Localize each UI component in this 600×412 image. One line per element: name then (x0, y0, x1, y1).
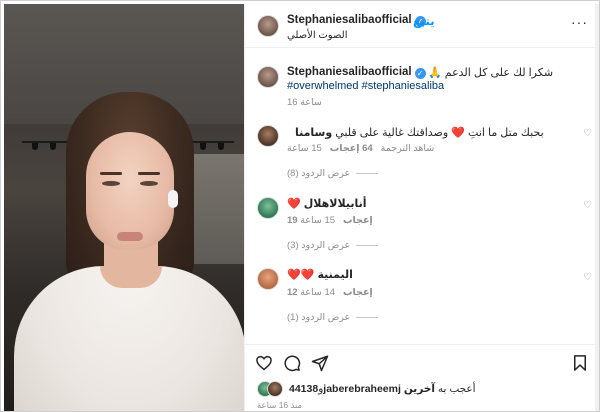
caption-text: 🙏 شكرا لك على كل الدعم (428, 67, 554, 79)
comment-1-likes[interactable]: 64 إعجاب (330, 143, 373, 154)
comment-1-translate[interactable]: شاهد الترجمة (381, 143, 435, 154)
video-person-eye (140, 181, 158, 186)
comment-3-text: ❤️❤️ (287, 269, 315, 281)
reply-line (356, 316, 379, 318)
verified-badge-icon: ✓ (414, 68, 426, 79)
comment-3-username[interactable]: اليمنية (317, 269, 352, 281)
comment-2-username[interactable]: أنابيلالاهلال (304, 198, 367, 210)
video-person-earbud (168, 190, 178, 208)
video-person-brow (138, 172, 160, 175)
view-replies-2[interactable]: عرض الردود (3) (287, 240, 379, 251)
caption-hashtags[interactable]: #overwhelmed #stephaniesaliba (287, 80, 444, 92)
post-time-ago: منذ 16 ساعة (257, 400, 303, 410)
comment-2-text: ❤️ (287, 198, 301, 210)
likes-prefix: أعجب به (437, 383, 476, 395)
comment-1-meta: شاهد الترجمة 64 إعجاب 15 ساعة (287, 143, 434, 154)
likes-others[interactable]: آخرين (404, 383, 435, 395)
view-replies-1[interactable]: عرض الردود (8) (287, 168, 379, 179)
caption-username[interactable]: Stephaniesalibaofficial ✓ (287, 66, 426, 79)
video-player[interactable] (4, 4, 244, 412)
view-replies-3[interactable]: عرض الردود (1) (287, 312, 379, 323)
comment-avatar[interactable] (257, 268, 279, 290)
comment-avatar[interactable] (257, 125, 279, 147)
author-username[interactable]: Stephaniesalibaofficial ✓ (287, 14, 426, 27)
small-heart-icon[interactable]: ♡ (583, 128, 592, 139)
author-username-text[interactable]: Stephaniesaliba (287, 14, 375, 26)
video-person-lips (117, 232, 143, 241)
comment-1-text: بحبك متل ما انتِ ❤️ وصداقتك غالية على قل… (335, 127, 544, 139)
caption-avatar[interactable] (257, 66, 279, 88)
video-spotlight (218, 143, 224, 150)
small-heart-icon[interactable]: ♡ (583, 200, 592, 211)
comment-1-username[interactable]: وسامنا (295, 127, 332, 139)
likes-count[interactable]: 44138 (289, 383, 318, 395)
video-person-eye (102, 181, 120, 186)
more-options-icon[interactable]: ··· (571, 14, 588, 30)
comment-2-meta: 19 إعجاب 15 ساعة (287, 215, 373, 226)
reply-line (356, 244, 379, 246)
post-header: Stephaniesalibaofficial ✓ يتبع الصوت الأص… (245, 4, 597, 48)
comment-1-time: 15 ساعة (287, 143, 322, 154)
small-heart-icon[interactable]: ♡ (583, 272, 592, 283)
caption-time: 16 ساعة (287, 97, 322, 108)
video-person-brow (100, 172, 122, 175)
bookmark-icon[interactable] (571, 354, 589, 372)
caption-username-text[interactable]: Stephaniesalibaofficial (287, 66, 412, 78)
video-window (186, 154, 244, 264)
speech-bubble-icon[interactable] (283, 354, 301, 372)
comment-3-meta: 12 إعجاب 14 ساعة (287, 287, 373, 298)
post-actions (245, 344, 597, 374)
author-avatar[interactable] (257, 15, 279, 37)
comment-2-time: 15 ساعة (300, 215, 336, 226)
reply-line (356, 172, 379, 174)
post-panel: Stephaniesalibaofficial ✓ يتبع الصوت الأص… (244, 4, 597, 412)
likes-user[interactable]: jaberebraheemj (323, 383, 401, 395)
video-spotlight (200, 143, 206, 150)
comment-2: ❤️ أنابيلالاهلال (287, 197, 366, 210)
audio-label[interactable]: الصوت الأصلي (287, 30, 347, 41)
comment-avatar[interactable] (257, 197, 279, 219)
view-replies-1-label[interactable]: عرض الردود (8) (287, 168, 350, 179)
liker-avatar[interactable] (267, 381, 283, 397)
view-replies-2-label[interactable]: عرض الردود (3) (287, 240, 350, 251)
paper-plane-icon[interactable] (311, 354, 329, 372)
follow-button[interactable]: يتبع (413, 14, 435, 28)
video-spotlight (32, 143, 38, 150)
comment-1: بحبك متل ما انتِ ❤️ وصداقتك غالية على قل… (295, 126, 544, 139)
comment-3-time: 14 ساعة (300, 287, 336, 298)
view-replies-3-label[interactable]: عرض الردود (1) (287, 312, 350, 323)
author-username-suffix[interactable]: official (375, 14, 412, 26)
comment-3: ❤️❤️ اليمنية (287, 268, 353, 281)
heart-outline-icon[interactable] (255, 354, 273, 372)
likes-summary[interactable]: 44138وjaberebraheemj أعجب به آخرين (289, 383, 476, 395)
scrollbar[interactable] (595, 4, 600, 412)
video-spotlight (50, 143, 56, 150)
